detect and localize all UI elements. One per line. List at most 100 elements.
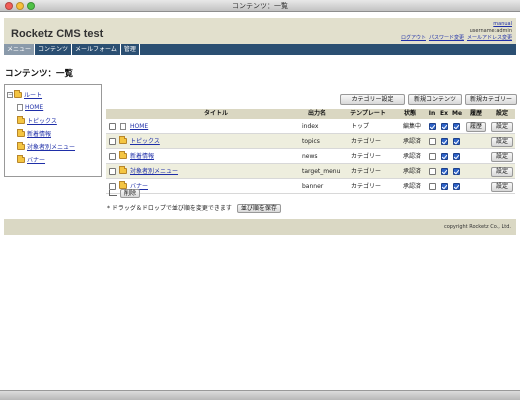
ex-checkbox[interactable]: [441, 153, 448, 160]
bulk-delete-button[interactable]: 削除: [120, 189, 141, 198]
username-label: username:admin: [469, 28, 512, 34]
tree-item-root[interactable]: ルート: [24, 90, 42, 99]
tree-item: 新着情報: [7, 127, 99, 140]
in-checkbox[interactable]: [429, 183, 436, 190]
tree-item-link[interactable]: トピックス: [27, 116, 57, 125]
category-tree: － ルート HOME トピックス新着情報対象者別メニュー バナー: [4, 84, 102, 177]
me-checkbox[interactable]: [453, 183, 460, 190]
content-table: タイトル 出力名 テンプレート 状態 In Ex Me 履歴 設定 HOME in…: [106, 109, 515, 194]
table-row: バナー banner カテゴリー 承認済 設定: [106, 179, 515, 194]
tree-item-link[interactable]: 新着情報: [27, 129, 51, 138]
in-checkbox[interactable]: [429, 138, 436, 145]
tree-item: バナー: [7, 153, 99, 166]
row-template: トップ: [351, 123, 370, 130]
row-title-cell: トピックス: [130, 134, 160, 149]
window-titlebar: コンテンツ：一覧: [0, 0, 520, 12]
me-checkbox[interactable]: [453, 153, 460, 160]
col-in: In: [428, 110, 436, 117]
row-title-link[interactable]: 対象者別メニュー: [130, 168, 178, 175]
table-row: 新着情報 news カテゴリー 承認済 設定: [106, 149, 515, 164]
settings-button[interactable]: 設定: [491, 152, 513, 162]
folder-icon: [17, 115, 25, 124]
change-email-link[interactable]: メールアドレス変更: [467, 35, 512, 41]
row-template: カテゴリー: [351, 138, 382, 145]
row-status: 編集中: [403, 123, 422, 130]
tree-item-link[interactable]: 対象者別メニュー: [27, 142, 75, 151]
settings-button[interactable]: 設定: [491, 137, 513, 147]
me-checkbox[interactable]: [453, 123, 460, 130]
site-title: Rocketz CMS test: [11, 28, 104, 40]
manual-link[interactable]: manual: [493, 21, 512, 27]
page-icon: [120, 123, 126, 130]
row-title-link[interactable]: 新着情報: [130, 153, 154, 160]
collapse-toggle-icon[interactable]: －: [7, 91, 13, 98]
ex-checkbox[interactable]: [441, 168, 448, 175]
col-status: 状態: [403, 110, 416, 117]
in-checkbox[interactable]: [429, 153, 436, 160]
reorder-note-text: * ドラッグ＆ドロップで並び順を変更できます: [107, 205, 232, 212]
tree-item: 対象者別メニュー: [7, 140, 99, 153]
ex-checkbox[interactable]: [441, 183, 448, 190]
reorder-note: * ドラッグ＆ドロップで並び順を変更できます 並び順を保存: [107, 203, 281, 213]
settings-button[interactable]: 設定: [491, 122, 513, 132]
ex-checkbox[interactable]: [441, 123, 448, 130]
folder-icon: [119, 136, 127, 144]
nav-item-2[interactable]: メールフォーム: [72, 44, 121, 55]
row-status: 承認済: [403, 153, 422, 160]
tree-root: － ルート: [7, 88, 99, 101]
settings-button[interactable]: 設定: [491, 167, 513, 177]
in-checkbox[interactable]: [429, 123, 436, 130]
in-checkbox[interactable]: [429, 168, 436, 175]
folder-icon: [17, 141, 25, 150]
page: Rocketz CMS test manual username:admin ロ…: [0, 12, 520, 390]
main-nav: メニュー コンテンツ メールフォーム 管理: [4, 44, 516, 55]
row-select-checkbox[interactable]: [109, 123, 116, 130]
new-content-button[interactable]: 新規コンテンツ: [408, 94, 462, 105]
folder-icon: [119, 166, 127, 174]
table-row: HOME index トップ 編集中 履歴 設定: [106, 119, 515, 134]
change-password-link[interactable]: パスワード変更: [429, 35, 464, 41]
col-output-name: 出力名: [307, 110, 326, 117]
window-title: コンテンツ：一覧: [232, 2, 288, 10]
new-category-button[interactable]: 新規カテゴリー: [465, 94, 517, 105]
row-select-checkbox[interactable]: [109, 138, 116, 145]
ex-checkbox[interactable]: [441, 138, 448, 145]
page-icon: [17, 104, 23, 111]
folder-icon: [17, 154, 25, 163]
folder-icon: [17, 128, 25, 137]
copyright-text: copyright Rocketz Co., Ltd.: [443, 224, 511, 230]
col-settings: 設定: [495, 110, 508, 117]
row-template: カテゴリー: [351, 183, 382, 190]
col-me: Me: [451, 110, 463, 117]
header-user-area: manual username:admin ログアウト パスワード変更 メールアドレ…: [398, 21, 512, 42]
row-output-name: index: [302, 123, 319, 130]
me-checkbox[interactable]: [453, 168, 460, 175]
nav-item-3[interactable]: 管理: [121, 44, 140, 55]
logout-link[interactable]: ログアウト: [401, 35, 426, 41]
tree-item-link[interactable]: HOME: [25, 104, 43, 111]
settings-button[interactable]: 設定: [491, 182, 513, 192]
row-select-checkbox[interactable]: [109, 183, 116, 190]
row-title-link[interactable]: HOME: [130, 123, 148, 130]
col-title: タイトル: [203, 110, 228, 117]
nav-item-0[interactable]: メニュー: [4, 44, 36, 55]
col-template: テンプレート: [350, 110, 386, 117]
save-order-button[interactable]: 並び順を保存: [236, 204, 281, 213]
window-bottom-bar: [0, 390, 520, 400]
me-checkbox[interactable]: [453, 138, 460, 145]
row-output-name: topics: [302, 138, 320, 145]
site-footer: copyright Rocketz Co., Ltd.: [4, 219, 516, 235]
tree-item: HOME: [7, 101, 99, 114]
row-title-cell: 新着情報: [130, 149, 154, 164]
row-title-cell: HOME: [130, 119, 148, 134]
category-settings-button[interactable]: カテゴリー設定: [340, 94, 405, 105]
tree-item-link[interactable]: バナー: [27, 155, 45, 164]
history-button[interactable]: 履歴: [466, 122, 486, 132]
nav-item-1[interactable]: コンテンツ: [35, 44, 73, 55]
row-select-checkbox[interactable]: [109, 153, 116, 160]
table-row: 対象者別メニュー target_menu カテゴリー 承認済 設定: [106, 164, 515, 179]
row-status: 承認済: [403, 168, 422, 175]
row-title-link[interactable]: トピックス: [130, 138, 160, 145]
row-select-checkbox[interactable]: [109, 168, 116, 175]
table-header: タイトル 出力名 テンプレート 状態 In Ex Me 履歴 設定: [106, 109, 515, 119]
